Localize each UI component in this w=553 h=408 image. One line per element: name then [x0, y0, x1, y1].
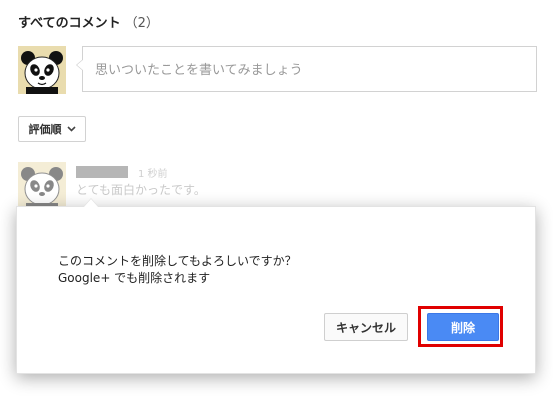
comment-text: とても面白かったです。 [76, 183, 206, 197]
comments-header: すべてのコメント （2） [18, 12, 159, 31]
sort-label: 評価順 [28, 123, 62, 136]
comment-author-redacted [76, 166, 128, 178]
chevron-down-icon [66, 126, 76, 132]
commenter-avatar[interactable] [18, 162, 66, 210]
comment-input-placeholder: 思いついたことを書いてみましょう [95, 63, 303, 78]
panda-icon [21, 51, 63, 94]
comments-count: （2） [124, 16, 159, 31]
dialog-message-line2: Google+ でも削除されます [58, 271, 211, 285]
delete-button-highlight [418, 306, 503, 347]
dialog-message: このコメントを削除してもよろしいですか？ Google+ でも削除されます [58, 253, 297, 287]
user-avatar[interactable] [18, 46, 66, 94]
comment-timestamp: 1 秒前 [138, 169, 168, 180]
panda-icon [21, 167, 63, 210]
dialog-message-line1: このコメントを削除してもよろしいですか？ [58, 254, 297, 268]
cancel-button[interactable]: キャンセル [324, 313, 408, 341]
delete-confirm-dialog: このコメントを削除してもよろしいですか？ Google+ でも削除されます キャ… [16, 198, 536, 374]
comment-input[interactable]: 思いついたことを書いてみましょう [76, 46, 537, 92]
comments-title: すべてのコメント [18, 16, 121, 31]
sort-dropdown[interactable]: 評価順 [18, 116, 86, 142]
